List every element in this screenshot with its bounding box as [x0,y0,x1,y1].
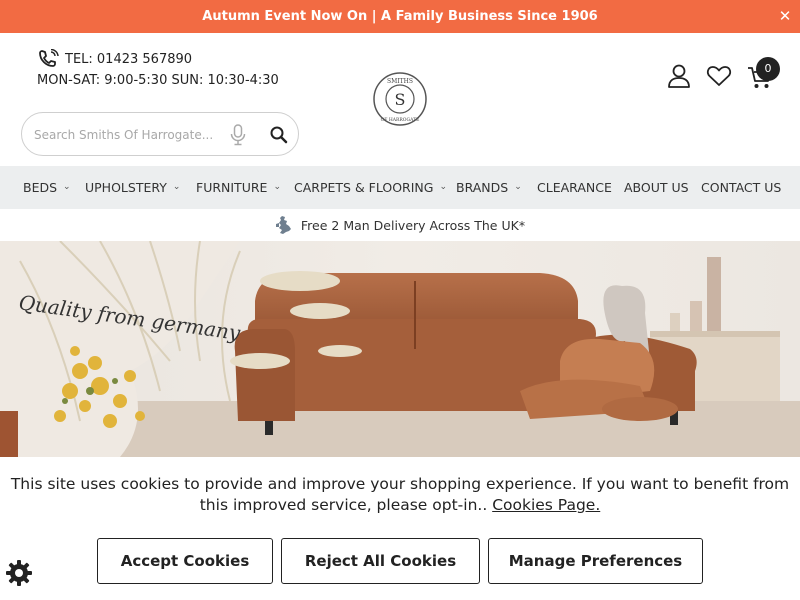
delivery-banner: Free 2 Man Delivery Across The UK* [0,209,800,241]
microphone-icon[interactable] [229,124,247,146]
opening-hours: MON-SAT: 9:00-5:30 SUN: 10:30-4:30 [37,73,279,88]
search-icon[interactable] [269,124,289,146]
nav-item-label: BEDS [23,180,58,195]
nav-item-about-us[interactable]: ABOUT US [624,180,701,195]
close-icon[interactable]: ✕ [776,7,794,25]
search-bar [21,112,299,156]
hero-image: Quality from germany [0,241,800,457]
nav-item-label: CLEARANCE [537,180,612,195]
nav-item-label: CONTACT US [701,180,782,195]
nav-item-label: BRANDS [456,180,509,195]
nav-item-label: FURNITURE [196,180,268,195]
nav-item-beds[interactable]: BEDS ⌄ [23,180,85,195]
contact-info: TEL: 01423 567890 MON-SAT: 9:00-5:30 SUN… [37,48,279,92]
hero-banner[interactable]: Quality from germany [0,241,800,457]
heart-icon[interactable] [706,64,732,88]
nav-item-label: UPHOLSTERY [85,180,167,195]
manage-preferences-button[interactable]: Manage Preferences [488,538,703,584]
chevron-down-icon: ⌄ [514,181,522,192]
main-nav: BEDS ⌄ UPHOLSTERY ⌄ FURNITURE ⌄ CARPETS & F… [0,166,800,209]
gear-icon[interactable] [5,559,33,587]
cookie-banner: This site uses cookies to provide and im… [0,457,800,600]
nav-item-label: CARPETS & FLOORING [294,180,434,195]
cookie-message: This site uses cookies to provide and im… [10,475,790,514]
nav-item-furniture[interactable]: FURNITURE ⌄ [196,180,294,195]
search-input[interactable] [34,124,224,146]
nav-item-brands[interactable]: BRANDS ⌄ [456,180,537,195]
nav-item-contact-us[interactable]: CONTACT US [701,180,781,195]
nav-item-label: ABOUT US [624,180,689,195]
logo-bottom-text: OF HARROGATE [381,117,420,123]
chevron-down-icon: ⌄ [273,181,281,192]
cookies-page-link[interactable]: Cookies Page. [492,496,600,514]
accept-cookies-button[interactable]: Accept Cookies [97,538,273,584]
phone-row[interactable]: TEL: 01423 567890 [37,48,279,70]
phone-number[interactable]: TEL: 01423 567890 [65,52,192,67]
nav-item-upholstery[interactable]: UPHOLSTERY ⌄ [85,180,196,195]
logo-emblem: S SMITHS OF HARROGATE [373,72,427,126]
uk-map-icon [275,216,291,234]
nav-item-carpets-flooring[interactable]: CARPETS & FLOORING ⌄ [294,180,456,195]
cookie-message-block: This site uses cookies to provide and im… [10,474,790,516]
site-logo[interactable]: S SMITHS OF HARROGATE [330,70,470,128]
phone-icon [39,49,59,67]
chevron-down-icon: ⌄ [439,181,448,192]
chevron-down-icon: ⌄ [172,181,181,192]
chevron-down-icon: ⌄ [63,181,71,192]
logo-top-text: SMITHS [387,78,413,85]
promo-text: Autumn Event Now On | A Family Business … [202,9,598,24]
logo-letter: S [395,90,406,109]
reject-cookies-button[interactable]: Reject All Cookies [281,538,480,584]
user-icon[interactable] [666,63,692,89]
promo-banner: Autumn Event Now On | A Family Business … [0,0,800,33]
nav-item-clearance[interactable]: CLEARANCE [537,180,624,195]
delivery-text: Free 2 Man Delivery Across The UK* [300,217,526,233]
cart-count-badge[interactable]: 0 [756,57,780,81]
